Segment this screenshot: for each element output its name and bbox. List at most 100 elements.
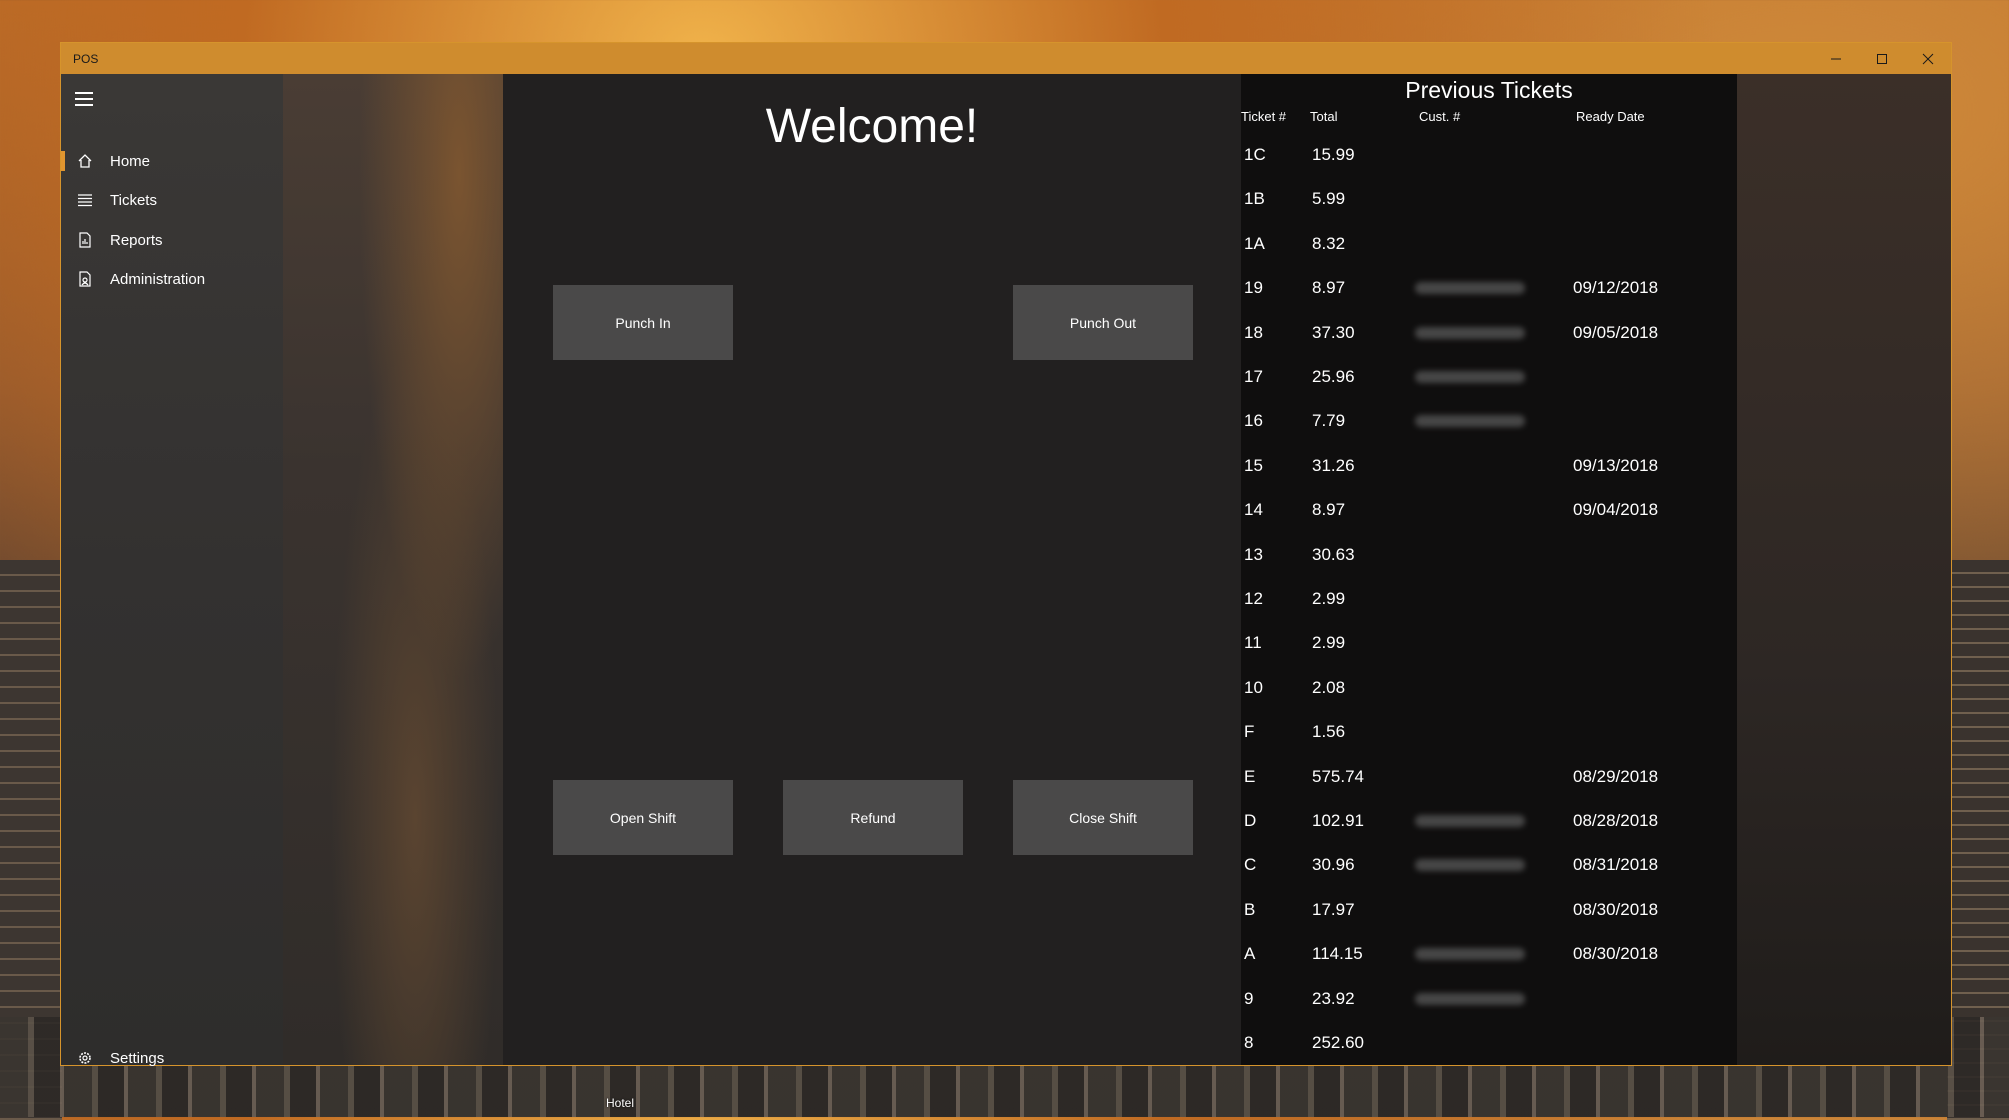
- ticket-total: 8.97: [1312, 278, 1346, 298]
- column-header-ready-date: Ready Date: [1576, 109, 1645, 124]
- column-header-customer: Cust. #: [1419, 109, 1461, 124]
- maximize-button[interactable]: [1859, 43, 1905, 74]
- admin-icon: [76, 270, 94, 288]
- report-icon: [76, 231, 94, 249]
- ticket-total: 252.60: [1312, 1033, 1364, 1052]
- table-row[interactable]: 10 2.08: [1241, 666, 1737, 710]
- ticket-total: 575.74: [1312, 766, 1364, 786]
- table-row[interactable]: E 575.74 08/29/2018: [1241, 755, 1737, 799]
- blurred-backdrop: [283, 74, 503, 1065]
- ticket-total: 15.99: [1312, 145, 1355, 164]
- close-icon: [1922, 53, 1934, 64]
- ticket-number: F: [1244, 722, 1255, 742]
- nav-item-administration[interactable]: Administration: [61, 259, 283, 299]
- ticket-total: 114.15: [1312, 944, 1363, 964]
- table-row[interactable]: 8 252.60: [1241, 1021, 1737, 1065]
- table-row[interactable]: 11 2.99: [1241, 621, 1737, 665]
- table-row[interactable]: C 30.96 08/31/2018: [1241, 843, 1737, 887]
- ticket-total: 2.99: [1312, 633, 1346, 653]
- ticket-number: A: [1244, 944, 1256, 964]
- hamburger-menu-icon[interactable]: [75, 92, 93, 106]
- nav-item-label: Reports: [110, 231, 163, 249]
- table-row[interactable]: 15 31.26 09/13/2018: [1241, 444, 1737, 488]
- table-row[interactable]: F 1.56: [1241, 710, 1737, 754]
- app-window: POS Home Tickets Reports Administration …: [60, 42, 1952, 1067]
- page-title: Welcome!: [765, 100, 979, 153]
- nav-item-reports[interactable]: Reports: [61, 220, 283, 260]
- table-row[interactable]: A 114.15 08/30/2018: [1241, 932, 1737, 976]
- ticket-total: 5.99: [1312, 189, 1346, 209]
- ticket-total: 37.30: [1312, 322, 1355, 342]
- gear-icon: [76, 1049, 94, 1067]
- navigation-pane: Home Tickets Reports Administration Sett…: [61, 74, 283, 1067]
- table-row[interactable]: D 102.91 08/28/2018: [1241, 799, 1737, 843]
- ticket-number: C: [1244, 855, 1257, 875]
- title-bar[interactable]: POS: [61, 43, 1951, 74]
- table-row[interactable]: 17 25.96: [1241, 355, 1737, 399]
- customer-number-redacted: [1415, 948, 1525, 961]
- table-row[interactable]: 1B 5.99: [1241, 177, 1737, 221]
- table-row[interactable]: 14 8.97 09/04/2018: [1241, 488, 1737, 532]
- ticket-total: 31.26: [1312, 455, 1355, 475]
- ticket-number: D: [1244, 811, 1257, 830]
- window-controls: [1813, 43, 1951, 74]
- customer-number-redacted: [1415, 326, 1525, 339]
- nav-item-tickets[interactable]: Tickets: [61, 180, 283, 220]
- ready-date: 08/29/2018: [1573, 766, 1659, 786]
- close-shift-button[interactable]: Close Shift: [1013, 780, 1193, 855]
- ticket-total: 17.97: [1312, 899, 1355, 919]
- home-icon: [76, 152, 94, 170]
- nav-item-settings[interactable]: Settings: [61, 1038, 283, 1078]
- ticket-number: 18: [1244, 322, 1263, 342]
- table-row[interactable]: B 17.97 08/30/2018: [1241, 888, 1737, 932]
- ticket-number: 10: [1244, 677, 1263, 697]
- ticket-total: 1.56: [1312, 722, 1346, 742]
- table-row[interactable]: 1A 8.32: [1241, 222, 1737, 266]
- open-shift-button[interactable]: Open Shift: [553, 780, 733, 855]
- ticket-total: 8.32: [1312, 233, 1346, 253]
- table-row[interactable]: 16 7.79: [1241, 399, 1737, 443]
- ticket-number: 13: [1244, 544, 1263, 564]
- ticket-total: 30.63: [1312, 544, 1355, 564]
- table-row[interactable]: 19 8.97 09/12/2018: [1241, 266, 1737, 310]
- ticket-number: 16: [1244, 411, 1263, 431]
- ticket-total: 23.92: [1312, 988, 1355, 1008]
- ticket-total: 2.08: [1312, 677, 1346, 697]
- customer-number-redacted: [1415, 992, 1525, 1005]
- punch-out-button[interactable]: Punch Out: [1013, 285, 1193, 360]
- nav-item-label: Administration: [110, 270, 206, 288]
- table-row[interactable]: 13 30.63: [1241, 533, 1737, 577]
- nav-item-label: Home: [110, 152, 151, 170]
- ticket-number: E: [1244, 766, 1256, 786]
- ready-date: 08/31/2018: [1573, 855, 1659, 875]
- app-title: POS: [73, 51, 99, 66]
- punch-in-button[interactable]: Punch In: [553, 285, 733, 360]
- ticket-total: 25.96: [1312, 367, 1355, 386]
- table-row[interactable]: 9 23.92: [1241, 977, 1737, 1021]
- ticket-number: 17: [1244, 367, 1263, 386]
- customer-number-redacted: [1415, 371, 1525, 383]
- maximize-icon: [1877, 53, 1887, 64]
- nav-item-home[interactable]: Home: [61, 141, 283, 181]
- customer-number-redacted: [1415, 815, 1525, 827]
- ticket-number: 8: [1244, 1033, 1254, 1052]
- table-row[interactable]: 1C 15.99: [1241, 133, 1737, 177]
- blurred-backdrop-right: [1737, 74, 1951, 1065]
- customer-number-redacted: [1415, 282, 1525, 295]
- column-header-ticket: Ticket #: [1241, 109, 1287, 124]
- ticket-total: 30.96: [1312, 855, 1355, 875]
- table-row[interactable]: 18 37.30 09/05/2018: [1241, 311, 1737, 355]
- ticket-total: 8.97: [1312, 500, 1346, 520]
- refund-button[interactable]: Refund: [783, 780, 963, 855]
- minimize-button[interactable]: [1813, 43, 1859, 74]
- ready-date: 08/30/2018: [1573, 899, 1659, 919]
- ticket-number: 1A: [1244, 233, 1265, 253]
- close-button[interactable]: [1905, 43, 1951, 74]
- table-row[interactable]: 12 2.99: [1241, 577, 1737, 621]
- desktop-icon-label[interactable]: Hotel: [606, 1096, 634, 1110]
- ticket-number: 15: [1244, 455, 1263, 475]
- ready-date: 08/28/2018: [1573, 811, 1659, 830]
- ticket-number: 19: [1244, 278, 1263, 298]
- ready-date: 08/30/2018: [1573, 944, 1659, 964]
- minimize-icon: [1831, 58, 1841, 59]
